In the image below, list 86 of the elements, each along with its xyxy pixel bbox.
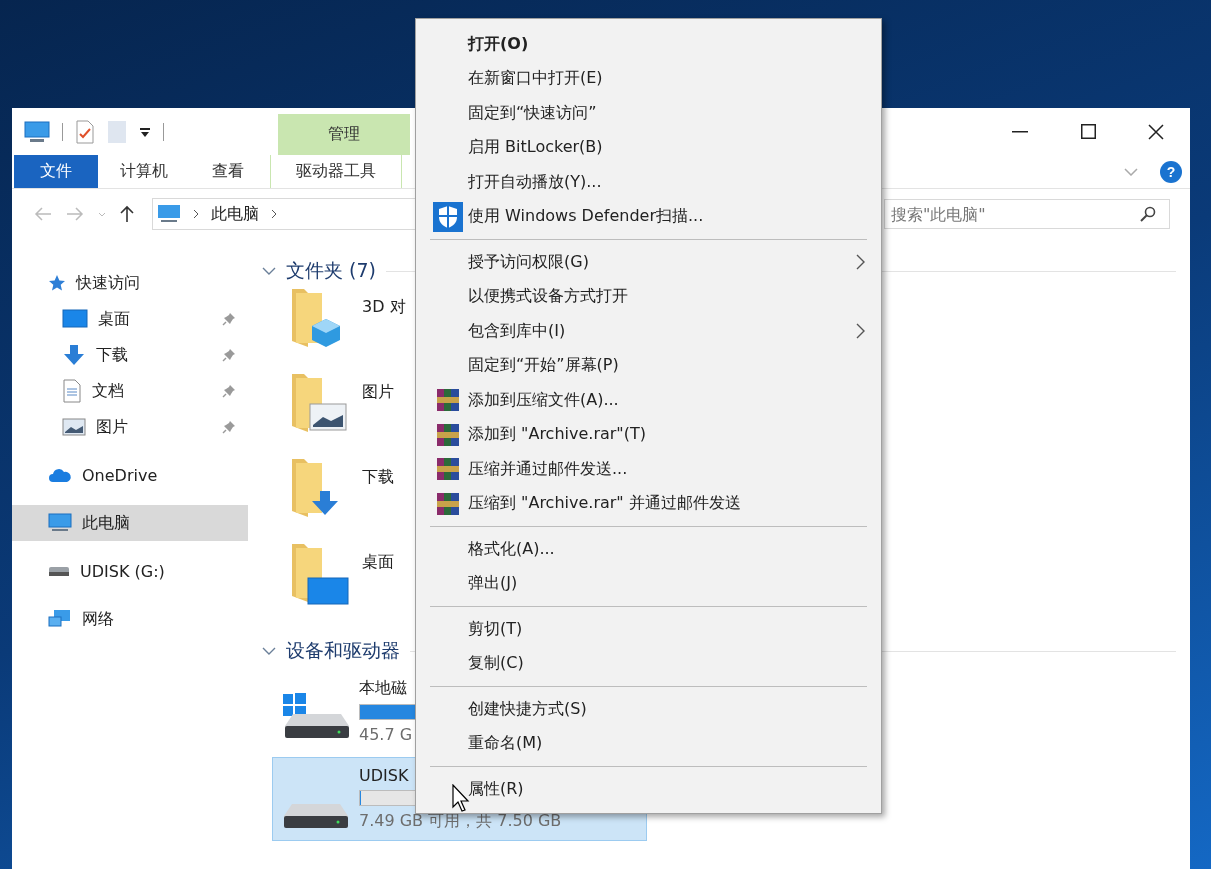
mouse-cursor-icon <box>452 784 470 812</box>
drive-name: UDISK <box>359 766 409 785</box>
search-field[interactable]: 搜索"此电脑" <box>884 199 1170 229</box>
archive-books-icon <box>436 457 460 482</box>
group-header: 设备和驱动器 <box>286 638 400 663</box>
ribbon-tab[interactable]: 文件 <box>14 155 98 188</box>
drive-size: 45.7 G <box>359 725 413 744</box>
nav-label: 桌面 <box>98 308 130 330</box>
chevron-down-icon[interactable] <box>1124 167 1138 176</box>
menu-item[interactable]: 复制(C) <box>416 646 881 681</box>
nav-item[interactable]: 网络 <box>12 601 248 637</box>
menu-item[interactable]: 授予访问权限(G) <box>416 245 881 280</box>
folder-name: 3D 对 <box>362 297 406 318</box>
nav-label: 网络 <box>82 608 114 630</box>
menu-item[interactable]: 打开(O) <box>416 27 881 62</box>
chevron-down-icon[interactable] <box>262 267 276 275</box>
menu-item[interactable]: 固定到“快速访问” <box>416 96 881 131</box>
drive-name: 本地磁 <box>359 678 407 699</box>
folder-name: 图片 <box>362 382 394 403</box>
nav-label: 下载 <box>96 344 128 366</box>
network-icon <box>48 609 72 629</box>
menu-item[interactable]: 打开自动播放(Y)... <box>416 165 881 200</box>
nav-label: 此电脑 <box>82 512 130 534</box>
ribbon-tab[interactable]: 查看 <box>190 155 266 188</box>
computer-icon <box>157 204 181 224</box>
menu-item[interactable]: 启用 BitLocker(B) <box>416 130 881 165</box>
up-arrow-icon[interactable] <box>120 205 134 223</box>
ribbon-tab[interactable]: 计算机 <box>98 155 190 188</box>
menu-item[interactable]: 格式化(A)... <box>416 532 881 567</box>
search-icon <box>1140 206 1156 222</box>
nav-item[interactable]: 图片 <box>12 409 248 445</box>
computer-icon[interactable] <box>24 120 50 143</box>
nav-label: OneDrive <box>82 465 158 485</box>
chevron-down-icon[interactable] <box>262 647 276 655</box>
nav-item[interactable]: OneDrive <box>12 457 248 493</box>
computer-icon <box>48 513 72 533</box>
dropdown-icon[interactable] <box>139 125 151 138</box>
checklist-icon[interactable] <box>75 119 95 144</box>
contextual-tab-header: 管理 <box>278 114 410 155</box>
nav-label: 文档 <box>92 380 124 402</box>
download-arrow-icon <box>62 344 86 366</box>
ribbon-tab[interactable]: 驱动器工具 <box>270 155 402 188</box>
help-icon[interactable]: ? <box>1160 160 1182 183</box>
chevron-right-icon <box>271 209 277 219</box>
menu-item[interactable]: 使用 Windows Defender扫描... <box>416 199 881 234</box>
menu-item[interactable]: 添加到 "Archive.rar"(T) <box>416 417 881 452</box>
system-drive-icon <box>281 692 351 740</box>
nav-item[interactable]: 下载 <box>12 337 248 373</box>
chevron-right-icon <box>193 209 199 219</box>
archive-books-icon <box>436 422 460 447</box>
drive-icon <box>48 565 70 577</box>
drive-size: 7.49 GB 可用，共 7.50 GB <box>359 811 562 832</box>
folder-name: 下载 <box>362 467 394 488</box>
cloud-icon <box>48 467 72 483</box>
document-icon <box>62 379 82 403</box>
folder-name: 桌面 <box>362 552 394 573</box>
close-icon <box>1148 123 1164 140</box>
menu-item[interactable]: 压缩并通过邮件发送... <box>416 452 881 487</box>
menu-item[interactable]: 添加到压缩文件(A)... <box>416 383 881 418</box>
archive-books-icon <box>436 388 460 413</box>
nav-item[interactable]: 此电脑 <box>12 505 248 541</box>
menu-item[interactable]: 压缩到 "Archive.rar" 并通过邮件发送 <box>416 486 881 521</box>
menu-item[interactable]: 弹出(J) <box>416 566 881 601</box>
group-header: 文件夹 (7) <box>286 258 376 283</box>
star-icon <box>48 274 66 292</box>
menu-item[interactable]: 包含到库中(I) <box>416 314 881 349</box>
picture-icon <box>62 418 86 436</box>
menu-item[interactable]: 以便携式设备方式打开 <box>416 279 881 314</box>
breadcrumb[interactable]: 此电脑 <box>211 203 259 225</box>
nav-label: 图片 <box>96 416 128 438</box>
menu-item[interactable]: 创建快捷方式(S) <box>416 692 881 727</box>
shield-icon <box>433 201 463 232</box>
nav-item[interactable]: 桌面 <box>12 301 248 337</box>
desktop-icon <box>62 309 88 329</box>
nav-item[interactable]: UDISK (G:) <box>12 553 248 589</box>
archive-books-icon <box>436 491 460 516</box>
drive-icon <box>284 804 348 828</box>
menu-item[interactable]: 在新窗口中打开(E) <box>416 61 881 96</box>
menu-item[interactable]: 固定到“开始”屏幕(P) <box>416 348 881 383</box>
maximize-icon <box>1080 124 1096 139</box>
nav-item[interactable]: 快速访问 <box>12 265 248 301</box>
nav-item[interactable]: 文档 <box>12 373 248 409</box>
nav-label: UDISK (G:) <box>80 561 165 581</box>
minimize-icon <box>1012 130 1028 133</box>
nav-label: 快速访问 <box>76 272 140 294</box>
menu-item[interactable]: 剪切(T) <box>416 612 881 647</box>
